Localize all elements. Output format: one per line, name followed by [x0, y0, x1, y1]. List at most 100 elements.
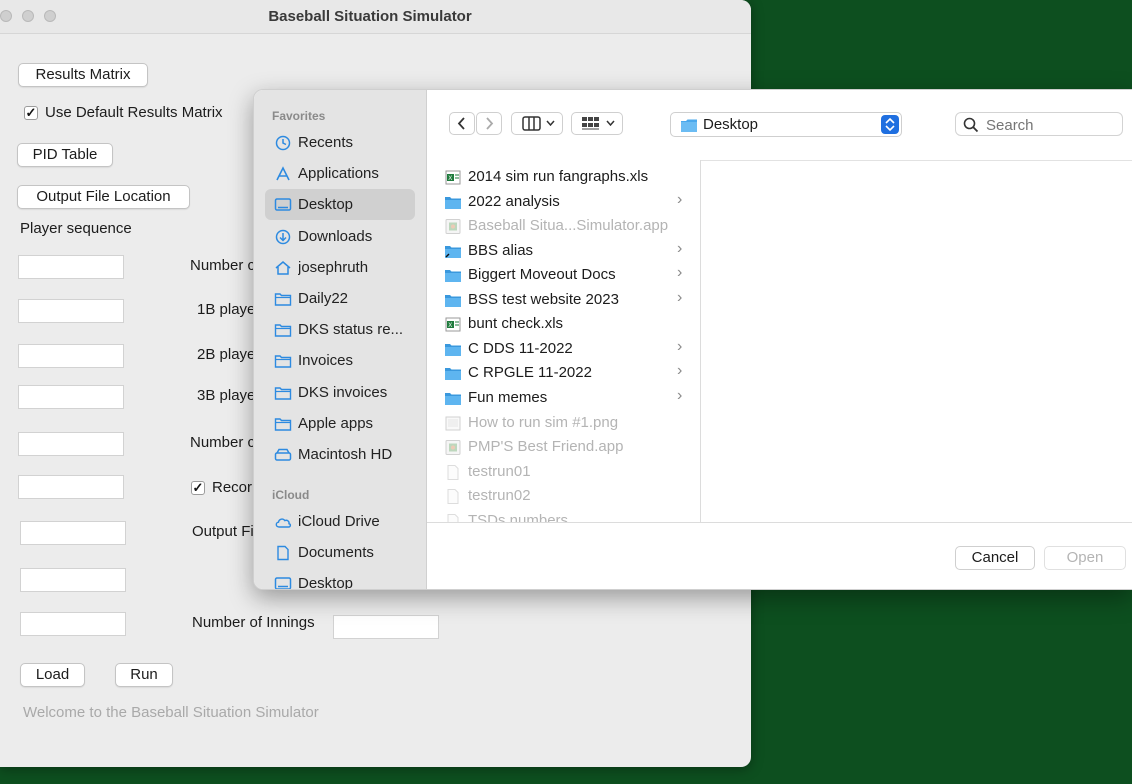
sidebar-item-icloud-icloud-drive[interactable]: iCloud Drive — [265, 506, 415, 537]
player-sequence-label: Player sequence — [20, 220, 132, 237]
sidebar-item-invoices[interactable]: Invoices — [265, 345, 415, 376]
sidebar-item-label: Desktop — [298, 196, 354, 214]
download-icon — [274, 229, 292, 245]
number-c-label-2: Number c — [190, 434, 256, 451]
location-select[interactable]: Desktop — [670, 112, 902, 137]
sidebar-item-icloud-documents[interactable]: Documents — [265, 537, 415, 568]
file-row[interactable]: X 2014 sim run fangraphs.xls — [427, 165, 700, 190]
window-title: Baseball Situation Simulator — [268, 8, 472, 25]
dialog-footer: Cancel Open — [427, 522, 1132, 589]
file-file-icon — [444, 513, 462, 522]
file-row[interactable]: C RPGLE 11-2022 › — [427, 361, 700, 386]
sidebar-item-downloads[interactable]: Downloads — [265, 221, 415, 252]
use-default-label: Use Default Results Matrix — [45, 104, 223, 121]
number-c-label-1: Number c — [190, 257, 256, 274]
folder-icon — [274, 416, 292, 432]
sidebar-item-label: Applications — [298, 165, 379, 183]
desktop-icon — [274, 576, 292, 589]
sidebar-item-label: Recents — [298, 134, 354, 151]
run-button[interactable]: Run — [115, 663, 173, 687]
load-button[interactable]: Load — [20, 663, 85, 687]
file-name: Biggert Moveout Docs — [468, 266, 616, 284]
forward-button[interactable] — [476, 112, 502, 135]
file-row: testrun02 — [427, 484, 700, 509]
file-row[interactable]: BBS alias › — [427, 239, 700, 264]
open-button[interactable]: Open — [1044, 546, 1126, 570]
sidebar-item-applications[interactable]: Applications — [265, 158, 415, 189]
file-name: BSS test website 2023 — [468, 290, 619, 308]
results-matrix-button[interactable]: Results Matrix — [18, 63, 148, 87]
sidebar-item-recents[interactable]: Recents — [265, 127, 415, 158]
sidebar-item-josephruth[interactable]: josephruth — [265, 252, 415, 283]
xls-file-icon: X — [444, 170, 462, 185]
back-button[interactable] — [449, 112, 475, 135]
chevron-left-icon — [457, 117, 465, 130]
file-row[interactable]: BSS test website 2023 › — [427, 288, 700, 313]
field-innings-left[interactable] — [20, 612, 126, 636]
output-file-label: Output Fi — [192, 523, 254, 540]
file-row[interactable]: 2022 analysis › — [427, 190, 700, 215]
field-1b[interactable] — [18, 299, 124, 323]
column-view-button[interactable] — [511, 112, 563, 135]
sidebar-item-desktop[interactable]: Desktop — [265, 189, 415, 221]
sidebar-item-icloud-desktop[interactable]: Desktop — [265, 568, 415, 589]
search-input[interactable] — [984, 115, 1122, 135]
file-row[interactable]: C DDS 11-2022 › — [427, 337, 700, 362]
folder-icon — [274, 353, 292, 369]
file-name: BBS alias — [468, 241, 534, 259]
file-row[interactable]: Biggert Moveout Docs › — [427, 263, 700, 288]
chevron-right-icon: › — [677, 190, 683, 208]
dialog-sidebar: Favorites Recents Applications Desktop Down… — [254, 90, 427, 589]
field-record[interactable] — [18, 475, 124, 499]
record-checkbox[interactable]: ✓ — [191, 481, 205, 495]
svg-text:X: X — [448, 176, 452, 182]
folder-icon — [444, 342, 462, 357]
sidebar-item-daily22[interactable]: Daily22 — [265, 283, 415, 314]
innings-label: Number of Innings — [192, 614, 315, 631]
field-number-c[interactable] — [18, 432, 124, 456]
innings-input[interactable] — [333, 615, 439, 639]
sidebar-item-apple-apps[interactable]: Apple apps — [265, 408, 415, 439]
pid-table-button[interactable]: PID Table — [17, 143, 113, 167]
xls-file-icon: X — [444, 317, 462, 332]
sidebar-item-label: Apple apps — [298, 414, 374, 432]
file-name: 2022 analysis — [468, 192, 560, 210]
field-extra[interactable] — [20, 568, 126, 592]
search-field[interactable] — [955, 112, 1123, 136]
folder-icon — [444, 268, 462, 283]
file-name: C RPGLE 11-2022 — [468, 364, 592, 382]
file-row[interactable]: Fun memes › — [427, 386, 700, 411]
field-output-file[interactable] — [20, 521, 126, 545]
label-1b-player: 1B player — [197, 301, 261, 318]
chevron-right-icon: › — [677, 288, 683, 306]
player-sequence-field[interactable] — [18, 255, 124, 279]
file-name: 2014 sim run fangraphs.xls — [468, 168, 649, 185]
favorites-header: Favorites — [272, 109, 326, 123]
file-row: How to run sim #1.png — [427, 411, 700, 436]
sidebar-item-label: Documents — [298, 544, 374, 562]
chevron-right-icon: › — [677, 362, 683, 380]
folder-icon — [274, 385, 292, 401]
open-file-dialog: Favorites Recents Applications Desktop Down… — [253, 89, 1132, 590]
applications-icon — [274, 166, 292, 182]
folder-icon — [444, 195, 462, 210]
output-file-location-button[interactable]: Output File Location — [17, 185, 190, 209]
cancel-button[interactable]: Cancel — [955, 546, 1035, 570]
folder-icon — [444, 293, 462, 308]
sidebar-item-dks-status-re-[interactable]: DKS status re... — [265, 314, 415, 345]
field-3b[interactable] — [18, 385, 124, 409]
sidebar-item-label: Invoices — [298, 352, 354, 370]
file-file-icon — [444, 489, 462, 505]
use-default-checkbox[interactable]: ✓ — [24, 106, 38, 120]
file-name: C DDS 11-2022 — [468, 339, 573, 357]
file-name: PMP'S Best Friend.app — [468, 438, 624, 456]
file-row: Baseball Situa...Simulator.app — [427, 214, 700, 239]
field-2b[interactable] — [18, 344, 124, 368]
file-list: X 2014 sim run fangraphs.xls 2022 analysis… — [427, 160, 701, 522]
sidebar-item-macintosh-hd[interactable]: Macintosh HD — [265, 439, 415, 470]
group-view-button[interactable] — [571, 112, 623, 135]
dialog-toolbar: Desktop — [427, 90, 1132, 161]
sidebar-item-dks-invoices[interactable]: DKS invoices — [265, 377, 415, 408]
folder-icon — [444, 391, 462, 406]
file-row[interactable]: Xbunt check.xls — [427, 312, 700, 337]
